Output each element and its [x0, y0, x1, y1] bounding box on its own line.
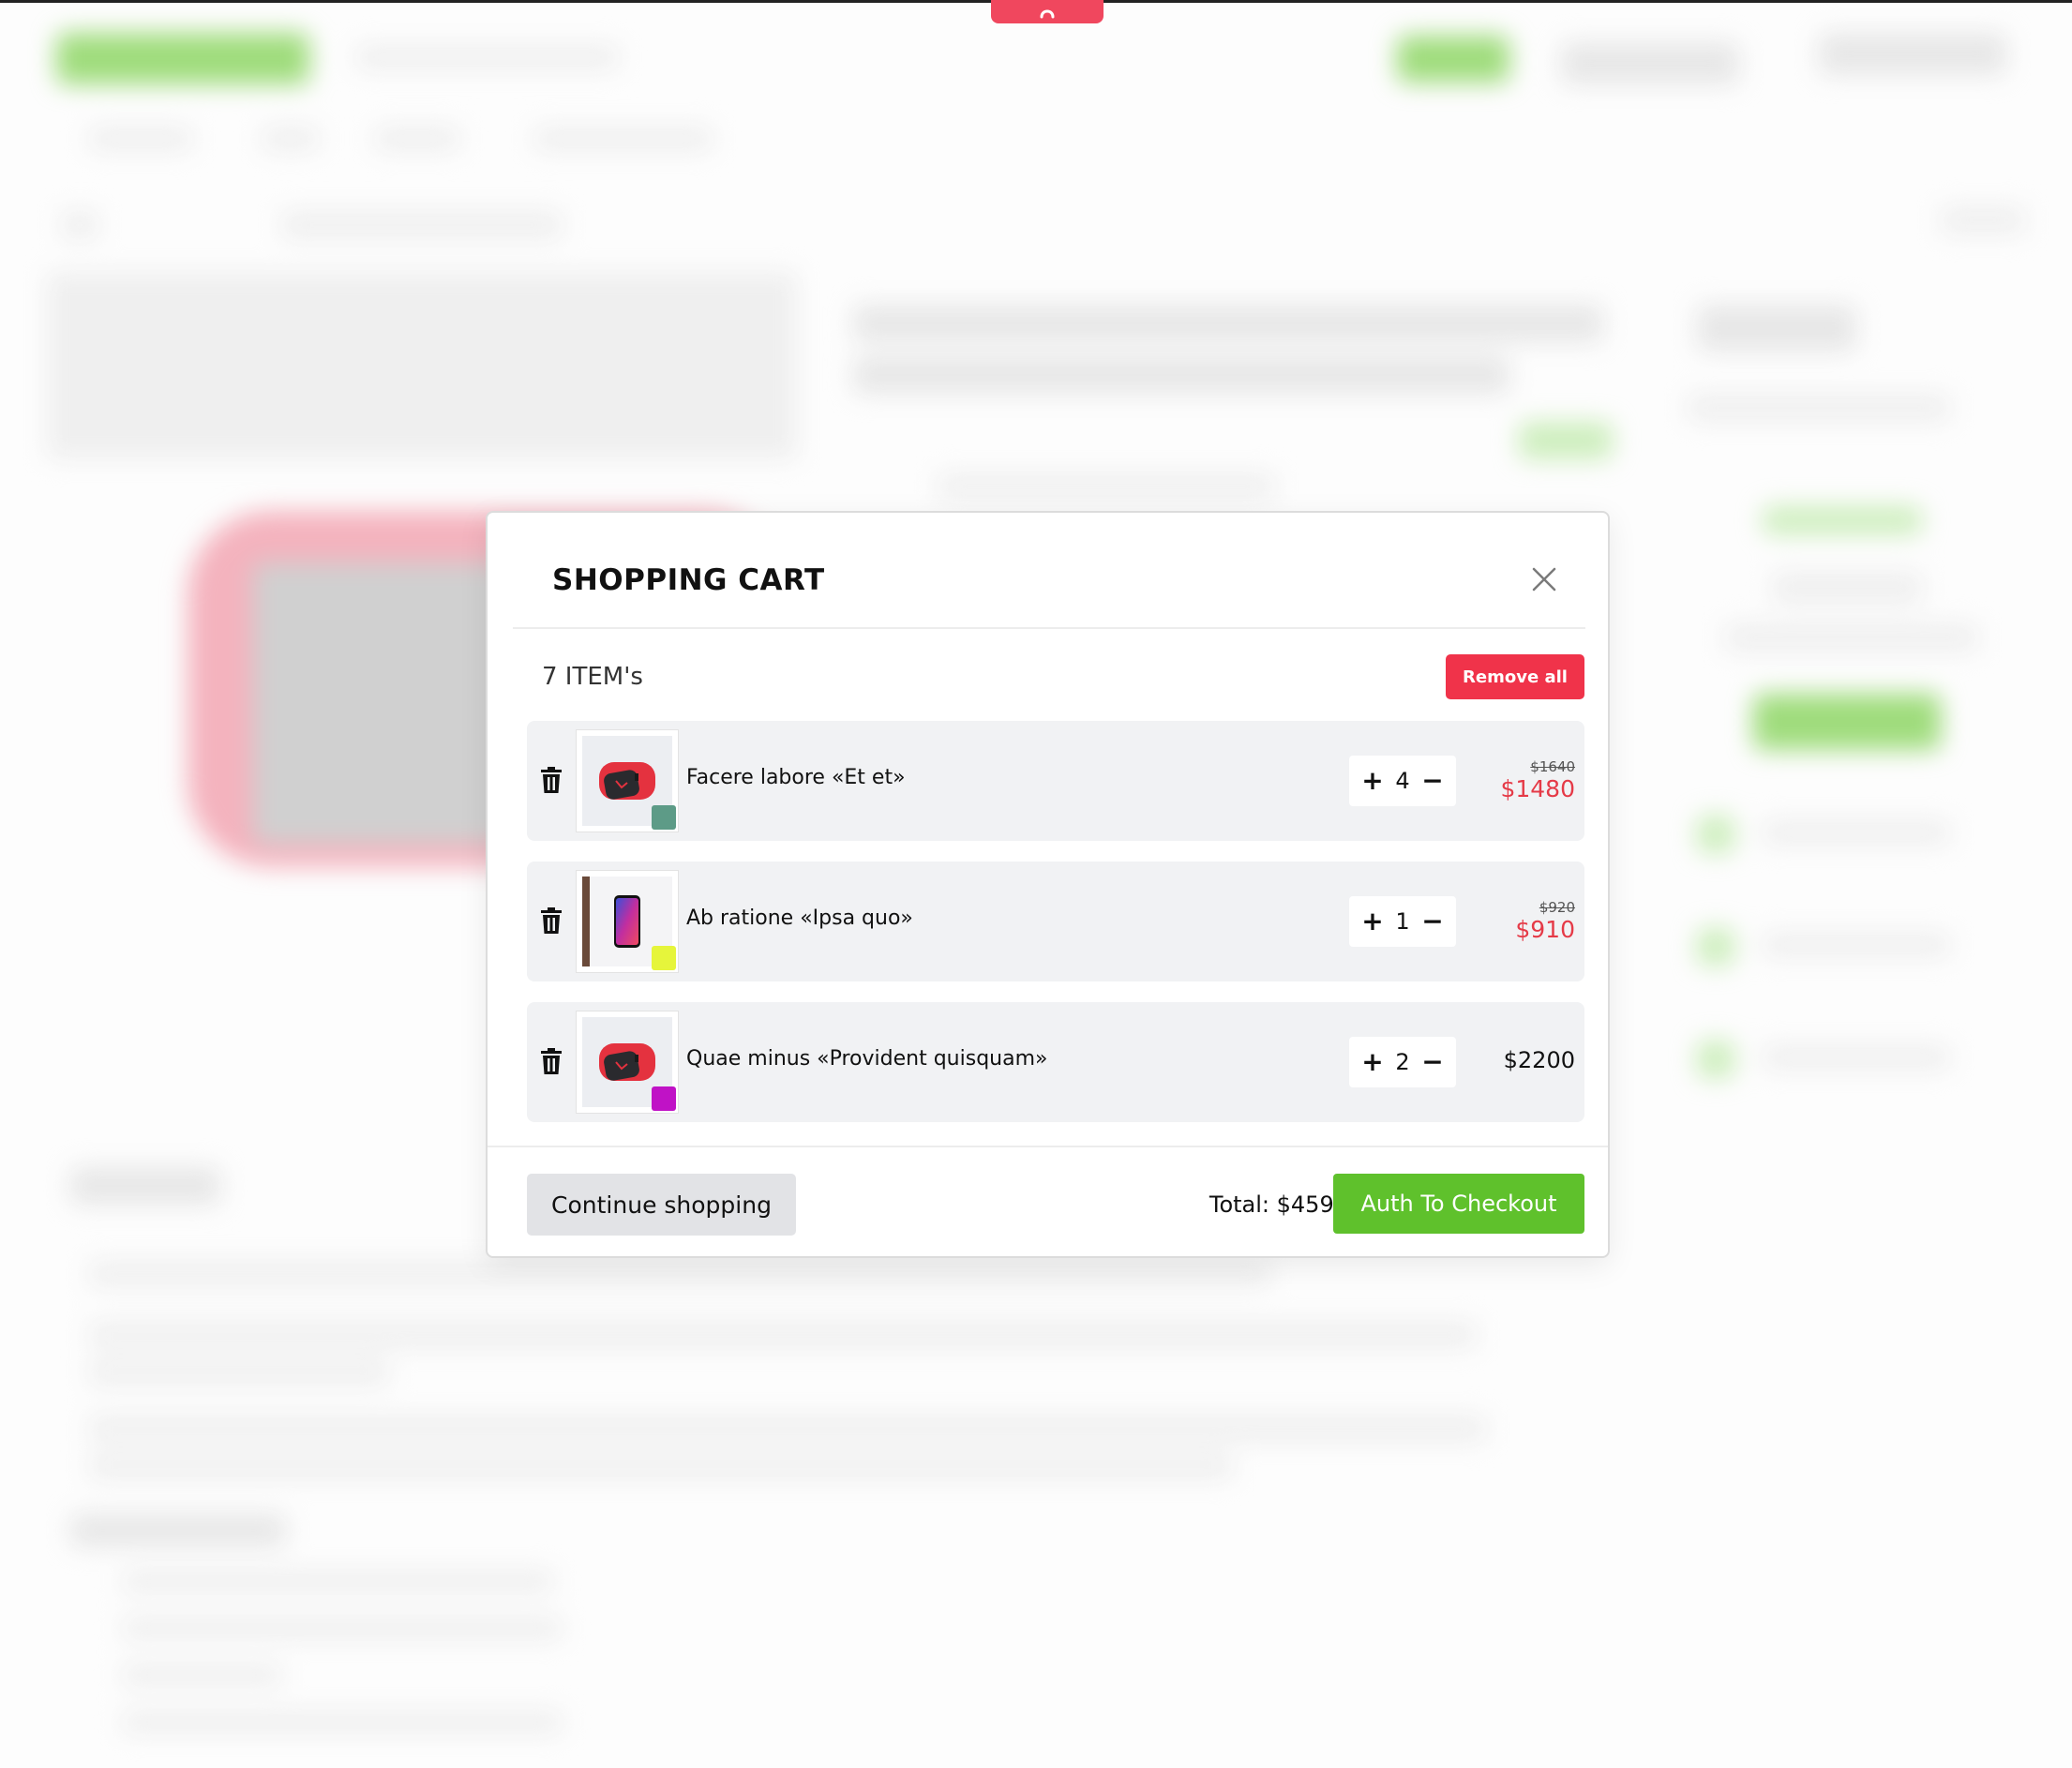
quantity-value: 4 — [1395, 768, 1410, 794]
color-swatch — [652, 805, 676, 830]
cart-total: Total: $4590 — [1209, 1191, 1348, 1218]
footer-divider — [488, 1146, 1608, 1147]
close-icon — [1532, 567, 1556, 592]
item-name: Quae minus «Provident quisquam» — [686, 1047, 1048, 1071]
plus-icon[interactable]: + — [1360, 1048, 1385, 1076]
quantity-stepper: + 4 − — [1349, 756, 1456, 806]
color-swatch — [652, 946, 676, 970]
items-count: 7 ITEM's — [542, 663, 643, 691]
sale-price: $910 — [1515, 916, 1575, 943]
trash-icon[interactable] — [539, 906, 563, 936]
cart-item: Ab ratione «Ipsa quo» + 1 − $920 $910 — [527, 862, 1584, 981]
minus-icon[interactable]: − — [1420, 907, 1445, 936]
remove-all-button[interactable]: Remove all — [1446, 654, 1584, 699]
item-name: Ab ratione «Ipsa quo» — [686, 906, 913, 930]
minus-icon[interactable]: − — [1420, 1048, 1445, 1076]
shopping-cart-modal: SHOPPING CART 7 ITEM's Remove all Facere… — [486, 511, 1610, 1258]
scroll-top-tab[interactable] — [991, 0, 1104, 23]
cart-item: Quae minus «Provident quisquam» + 2 − $2… — [527, 1002, 1584, 1122]
trash-icon[interactable] — [539, 1046, 563, 1076]
old-price: $920 — [1539, 899, 1575, 916]
color-swatch — [652, 1086, 676, 1111]
close-button[interactable] — [1524, 560, 1564, 599]
item-name: Facere labore «Et et» — [686, 766, 906, 789]
sale-price: $1480 — [1500, 775, 1575, 802]
minus-icon[interactable]: − — [1420, 767, 1445, 795]
item-price: $2200 — [1503, 1047, 1575, 1073]
chevron-up-icon — [1040, 9, 1055, 18]
trash-icon[interactable] — [539, 765, 563, 795]
plus-icon[interactable]: + — [1360, 907, 1385, 936]
header-divider — [513, 627, 1585, 629]
quantity-value: 1 — [1395, 908, 1410, 935]
quantity-value: 2 — [1395, 1049, 1410, 1075]
plus-icon[interactable]: + — [1360, 767, 1385, 795]
quantity-stepper: + 1 − — [1349, 896, 1456, 947]
checkout-button[interactable]: Auth To Checkout — [1333, 1174, 1584, 1234]
cart-item: Facere labore «Et et» + 4 − $1640 $1480 — [527, 721, 1584, 841]
quantity-stepper: + 2 − — [1349, 1037, 1456, 1087]
continue-shopping-button[interactable]: Continue shopping — [527, 1174, 796, 1236]
modal-title: SHOPPING CART — [552, 563, 825, 597]
old-price: $1640 — [1530, 758, 1575, 775]
